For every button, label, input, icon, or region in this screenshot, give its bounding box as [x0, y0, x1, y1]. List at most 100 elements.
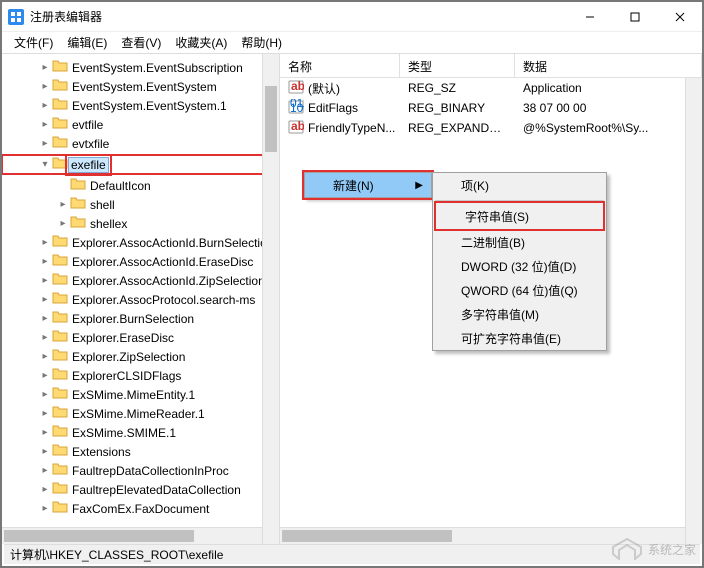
tree-vertical-scrollbar[interactable] — [262, 54, 279, 544]
tree-item[interactable]: ▸ Explorer.ZipSelection — [2, 347, 279, 366]
expand-icon[interactable]: ▸ — [38, 313, 52, 324]
tree-item[interactable]: DefaultIcon — [2, 176, 279, 195]
folder-icon — [70, 195, 86, 214]
tree-item[interactable]: ▸evtxfile — [2, 134, 279, 153]
menu-edit[interactable]: 编辑(E) — [61, 32, 113, 53]
folder-icon — [52, 233, 68, 252]
tree-item[interactable]: ▸shell — [2, 195, 279, 214]
menu-bar: 文件(F) 编辑(E) 查看(V) 收藏夹(A) 帮助(H) — [2, 32, 702, 54]
menu-file[interactable]: 文件(F) — [8, 32, 59, 53]
tree-item[interactable]: ▸FaxComEx.FaxDocument — [2, 499, 279, 518]
context-item[interactable]: 二进制值(B) — [433, 230, 606, 254]
tree-pane: ▸EventSystem.EventSubscription▸EventSyst… — [2, 54, 280, 544]
expand-icon[interactable]: ▸ — [38, 294, 52, 305]
context-item-label: 二进制值(B) — [461, 234, 525, 251]
tree-item[interactable]: ▸Extensions — [2, 442, 279, 461]
expand-icon[interactable]: ▸ — [38, 119, 52, 130]
expand-icon[interactable]: ▸ — [38, 484, 52, 495]
column-data[interactable]: 数据 — [515, 54, 702, 77]
tree-item-label: exefile — [68, 157, 109, 173]
tree-item-label: ExSMime.MimeEntity.1 — [68, 388, 195, 402]
expand-icon[interactable]: ▸ — [38, 256, 52, 267]
expand-icon[interactable]: ▸ — [38, 275, 52, 286]
list-row[interactable]: ab(默认)REG_SZApplication — [280, 78, 702, 98]
context-item[interactable]: QWORD (64 位)值(Q) — [433, 278, 606, 302]
menu-help[interactable]: 帮助(H) — [235, 32, 288, 53]
expand-icon[interactable]: ▸ — [56, 199, 70, 210]
tree-item-label: EventSystem.EventSystem.1 — [68, 99, 227, 113]
context-item-new[interactable]: 新建(N) ▶ — [305, 173, 431, 197]
tree-item-label: evtfile — [68, 118, 103, 132]
context-item[interactable]: DWORD (32 位)值(D) — [433, 254, 606, 278]
context-item[interactable]: 可扩充字符串值(E) — [433, 326, 606, 350]
column-type[interactable]: 类型 — [400, 54, 515, 77]
tree-item[interactable]: ▾ exefile — [2, 155, 279, 174]
expand-icon[interactable]: ▸ — [38, 408, 52, 419]
value-name: FriendlyTypeN... — [308, 121, 395, 135]
context-item-label: 项(K) — [461, 177, 489, 194]
expand-icon[interactable]: ▸ — [38, 446, 52, 457]
expand-icon[interactable]: ▸ — [38, 81, 52, 92]
menu-view[interactable]: 查看(V) — [115, 32, 167, 53]
tree-item[interactable]: ▸ ExSMime.SMIME.1 — [2, 423, 279, 442]
tree-item-label: ExplorerCLSIDFlags — [68, 369, 181, 383]
expand-icon[interactable]: ▸ — [38, 427, 52, 438]
expand-icon[interactable]: ▸ — [38, 503, 52, 514]
close-button[interactable] — [657, 2, 702, 32]
folder-icon — [52, 404, 68, 423]
tree-item[interactable]: ▸Explorer.AssocActionId.ZipSelection — [2, 271, 279, 290]
tree-item[interactable]: ▸ evtfile — [2, 115, 279, 134]
folder-icon — [52, 77, 68, 96]
expand-icon[interactable]: ▸ — [38, 389, 52, 400]
tree-horizontal-scrollbar[interactable] — [2, 527, 262, 544]
tree-item[interactable]: ▸Explorer.BurnSelection — [2, 309, 279, 328]
maximize-button[interactable] — [612, 2, 657, 32]
tree-item[interactable]: ▸ shellex — [2, 214, 279, 233]
tree-item[interactable]: ▸EventSystem.EventSubscription — [2, 58, 279, 77]
folder-icon — [70, 214, 86, 233]
tree-item-label: Explorer.ZipSelection — [68, 350, 185, 364]
expand-icon[interactable]: ▸ — [38, 351, 52, 362]
expand-icon[interactable]: ▸ — [38, 465, 52, 476]
list-horizontal-scrollbar[interactable] — [280, 527, 685, 544]
svg-text:ab: ab — [291, 79, 304, 93]
tree-item[interactable]: ▸Explorer.EraseDisc — [2, 328, 279, 347]
expand-icon[interactable]: ▸ — [56, 218, 70, 229]
tree-item[interactable]: ▸Explorer.AssocProtocol.search-ms — [2, 290, 279, 309]
context-item[interactable]: 字符串值(S) — [437, 204, 602, 228]
folder-icon — [70, 176, 86, 195]
tree-item[interactable]: ▸ Explorer.AssocActionId.BurnSelection — [2, 233, 279, 252]
tree-item-label: Explorer.AssocActionId.BurnSelection — [68, 236, 273, 250]
tree-item[interactable]: ▸ExSMime.MimeReader.1 — [2, 404, 279, 423]
tree-item[interactable]: ▸ EventSystem.EventSystem.1 — [2, 96, 279, 115]
tree-item[interactable]: ▸FaultrepElevatedDataCollection — [2, 480, 279, 499]
list-row[interactable]: 01101001EditFlagsREG_BINARY38 07 00 00 — [280, 98, 702, 118]
submenu-arrow-icon: ▶ — [415, 180, 423, 191]
status-bar: 计算机\HKEY_CLASSES_ROOT\exefile — [4, 544, 700, 564]
expand-icon[interactable]: ▸ — [38, 100, 52, 111]
tree-item[interactable]: ▸ ExplorerCLSIDFlags — [2, 366, 279, 385]
tree-item[interactable]: ▸EventSystem.EventSystem — [2, 77, 279, 96]
expand-icon[interactable]: ▾ — [38, 159, 52, 170]
svg-text:ab: ab — [291, 119, 304, 133]
tree-item-label: shellex — [86, 217, 127, 231]
expand-icon[interactable]: ▸ — [38, 138, 52, 149]
tree-item[interactable]: ▸ FaultrepDataCollectionInProc — [2, 461, 279, 480]
list-vertical-scrollbar[interactable] — [685, 78, 702, 544]
context-item[interactable]: 多字符串值(M) — [433, 302, 606, 326]
folder-icon — [52, 499, 68, 518]
expand-icon[interactable]: ▸ — [38, 370, 52, 381]
menu-favorites[interactable]: 收藏夹(A) — [169, 32, 233, 53]
list-row[interactable]: abFriendlyTypeN...REG_EXPAND_SZ@%SystemR… — [280, 118, 702, 138]
tree-item-label: FaultrepDataCollectionInProc — [68, 464, 229, 478]
context-item[interactable]: 项(K) — [433, 173, 606, 197]
minimize-button[interactable] — [567, 2, 612, 32]
expand-icon[interactable]: ▸ — [38, 332, 52, 343]
tree-item-label: ExSMime.SMIME.1 — [68, 426, 176, 440]
tree-item[interactable]: ▸Explorer.AssocActionId.EraseDisc — [2, 252, 279, 271]
expand-icon[interactable]: ▸ — [38, 237, 52, 248]
value-icon: ab — [288, 119, 308, 138]
column-name[interactable]: 名称 — [280, 54, 400, 77]
tree-item[interactable]: ▸ ExSMime.MimeEntity.1 — [2, 385, 279, 404]
expand-icon[interactable]: ▸ — [38, 62, 52, 73]
